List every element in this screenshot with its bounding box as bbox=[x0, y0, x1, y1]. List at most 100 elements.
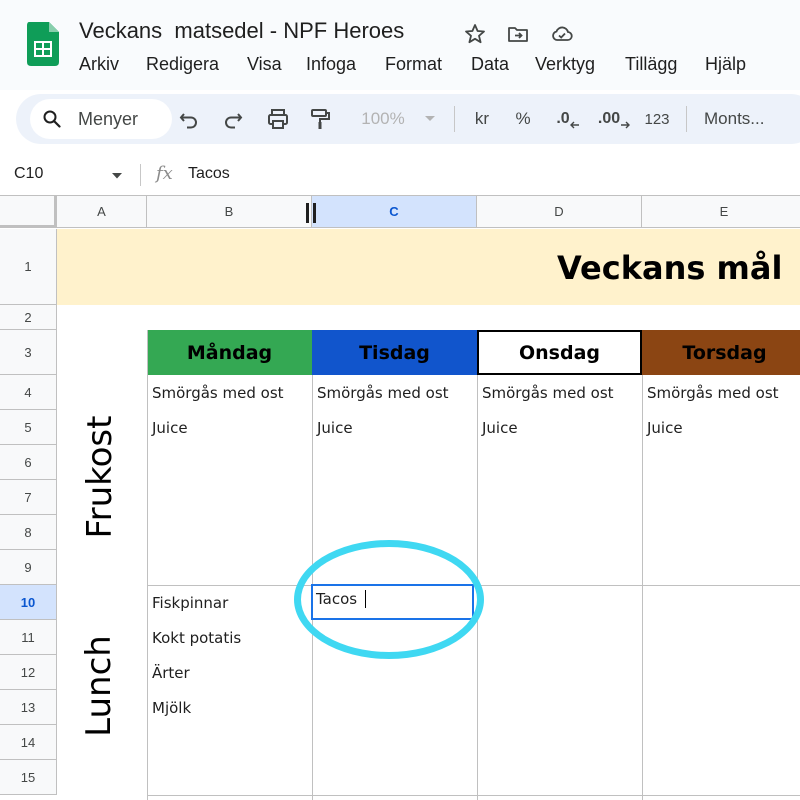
undo-icon bbox=[179, 113, 197, 129]
row-header-6[interactable]: 6 bbox=[0, 445, 57, 480]
print-button[interactable] bbox=[263, 106, 293, 132]
cell-c4[interactable]: Smörgås med ost bbox=[317, 384, 449, 402]
row-header-15[interactable]: 15 bbox=[0, 760, 57, 795]
increase-decimals-label: .00 bbox=[597, 110, 621, 127]
day-header-thursday[interactable]: Torsdag bbox=[642, 330, 800, 375]
move-to-folder-icon[interactable] bbox=[505, 22, 531, 46]
menu-tillagg[interactable]: Tillägg bbox=[625, 54, 677, 75]
toolbar: Menyer 100% kr % .0 .00 123 Monts... bbox=[16, 94, 800, 144]
menu-redigera[interactable]: Redigera bbox=[146, 54, 219, 75]
row-header-1[interactable]: 1 bbox=[0, 229, 57, 305]
redo-icon bbox=[225, 113, 243, 129]
row-header-2[interactable]: 2 bbox=[0, 305, 57, 330]
menu-data[interactable]: Data bbox=[471, 54, 509, 75]
meal-label-frukost: Frukost bbox=[80, 415, 120, 539]
toolbar-divider bbox=[686, 106, 687, 132]
menu-infoga[interactable]: Infoga bbox=[306, 54, 356, 75]
row-header-13[interactable]: 13 bbox=[0, 690, 57, 725]
row-header-8[interactable]: 8 bbox=[0, 515, 57, 550]
search-menus-label: Menyer bbox=[78, 109, 139, 129]
row-header-10[interactable]: 10 bbox=[0, 585, 57, 620]
cell-c5[interactable]: Juice bbox=[317, 419, 353, 437]
spreadsheet-grid: A B C D E 1 2 3 4 5 6 7 8 9 10 11 12 13 … bbox=[0, 195, 800, 800]
row-header-7[interactable]: 7 bbox=[0, 480, 57, 515]
formula-bar: C10 fx Tacos bbox=[0, 155, 800, 195]
cell-d5[interactable]: Juice bbox=[482, 419, 518, 437]
decrease-decimals-label: .0 bbox=[556, 110, 570, 127]
chevron-down-icon bbox=[425, 116, 435, 121]
cell-e4[interactable]: Smörgås med ost bbox=[647, 384, 779, 402]
cell-e5[interactable]: Juice bbox=[647, 419, 683, 437]
search-menus-button[interactable]: Menyer bbox=[30, 99, 172, 139]
gridline bbox=[147, 330, 148, 800]
redo-button[interactable] bbox=[220, 106, 246, 132]
column-header-a[interactable]: A bbox=[57, 195, 147, 228]
column-resize-handle[interactable] bbox=[304, 203, 318, 223]
cell-b12[interactable]: Ärter bbox=[152, 664, 190, 682]
undo-button[interactable] bbox=[176, 106, 202, 132]
sheets-logo-icon[interactable] bbox=[27, 22, 59, 66]
menu-hjalp[interactable]: Hjälp bbox=[705, 54, 746, 75]
row-header-5[interactable]: 5 bbox=[0, 410, 57, 445]
day-header-tuesday[interactable]: Tisdag bbox=[312, 330, 477, 375]
arrow-left-icon bbox=[569, 121, 579, 129]
percent-format-button[interactable]: % bbox=[512, 106, 534, 132]
row-header-14[interactable]: 14 bbox=[0, 725, 57, 760]
gridline bbox=[147, 795, 800, 796]
currency-format-button[interactable]: kr bbox=[468, 106, 496, 132]
font-family-select[interactable]: Monts... bbox=[704, 106, 794, 132]
column-header-e[interactable]: E bbox=[642, 195, 800, 228]
zoom-value: 100% bbox=[361, 109, 405, 128]
row-header-4[interactable]: 4 bbox=[0, 375, 57, 410]
decrease-decimals-button[interactable]: .0 bbox=[553, 106, 583, 132]
document-title[interactable]: Veckans matsedel - NPF Heroes bbox=[79, 18, 404, 44]
fx-icon: fx bbox=[156, 163, 173, 184]
select-all-corner[interactable] bbox=[0, 195, 57, 228]
column-header-c[interactable]: C bbox=[312, 195, 477, 228]
row-header-11[interactable]: 11 bbox=[0, 620, 57, 655]
menu-verktyg[interactable]: Verktyg bbox=[535, 54, 595, 75]
more-formats-label: 123 bbox=[644, 110, 670, 128]
paint-format-button[interactable] bbox=[306, 106, 334, 132]
meal-label-lunch: Lunch bbox=[79, 635, 119, 737]
currency-format-label: kr bbox=[474, 109, 490, 128]
menu-arkiv[interactable]: Arkiv bbox=[79, 54, 119, 75]
chevron-down-icon[interactable] bbox=[111, 172, 123, 180]
paint-format-icon bbox=[311, 109, 330, 129]
menu-format[interactable]: Format bbox=[385, 54, 442, 75]
zoom-dropdown-arrow[interactable] bbox=[420, 106, 440, 132]
gridline bbox=[477, 375, 478, 800]
day-header-wednesday[interactable]: Onsdag bbox=[477, 330, 642, 375]
active-cell-editor[interactable]: Tacos bbox=[311, 584, 474, 620]
zoom-select[interactable]: 100% bbox=[352, 106, 414, 132]
cell-b5[interactable]: Juice bbox=[152, 419, 188, 437]
menu-visa[interactable]: Visa bbox=[247, 54, 282, 75]
toolbar-divider bbox=[454, 106, 455, 132]
cell-b10[interactable]: Fiskpinnar bbox=[152, 594, 228, 612]
more-formats-button[interactable]: 123 bbox=[640, 106, 674, 132]
cloud-saved-icon[interactable] bbox=[549, 22, 575, 46]
formula-input[interactable]: Tacos bbox=[188, 165, 230, 183]
star-icon[interactable] bbox=[462, 22, 488, 46]
print-icon bbox=[268, 109, 288, 129]
row-header-12[interactable]: 12 bbox=[0, 655, 57, 690]
text-caret bbox=[365, 590, 366, 608]
cell-b4[interactable]: Smörgås med ost bbox=[152, 384, 284, 402]
gridline bbox=[642, 375, 643, 800]
sheet-title: Veckans mål bbox=[557, 249, 783, 287]
active-cell-text: Tacos bbox=[316, 590, 358, 608]
day-header-monday[interactable]: Måndag bbox=[147, 330, 312, 375]
app-header: Veckans matsedel - NPF Heroes Arkiv Redi… bbox=[0, 0, 800, 90]
formula-divider bbox=[140, 164, 141, 186]
percent-format-label: % bbox=[515, 109, 531, 128]
search-icon bbox=[43, 110, 61, 128]
cell-b13[interactable]: Mjölk bbox=[152, 699, 191, 717]
column-header-d[interactable]: D bbox=[477, 195, 642, 228]
increase-decimals-button[interactable]: .00 bbox=[596, 106, 632, 132]
cell-d4[interactable]: Smörgås med ost bbox=[482, 384, 614, 402]
cell-b11[interactable]: Kokt potatis bbox=[152, 629, 241, 647]
row-header-3[interactable]: 3 bbox=[0, 330, 57, 375]
column-header-b[interactable]: B bbox=[147, 195, 312, 228]
row-header-9[interactable]: 9 bbox=[0, 550, 57, 585]
name-box[interactable]: C10 bbox=[14, 165, 43, 183]
